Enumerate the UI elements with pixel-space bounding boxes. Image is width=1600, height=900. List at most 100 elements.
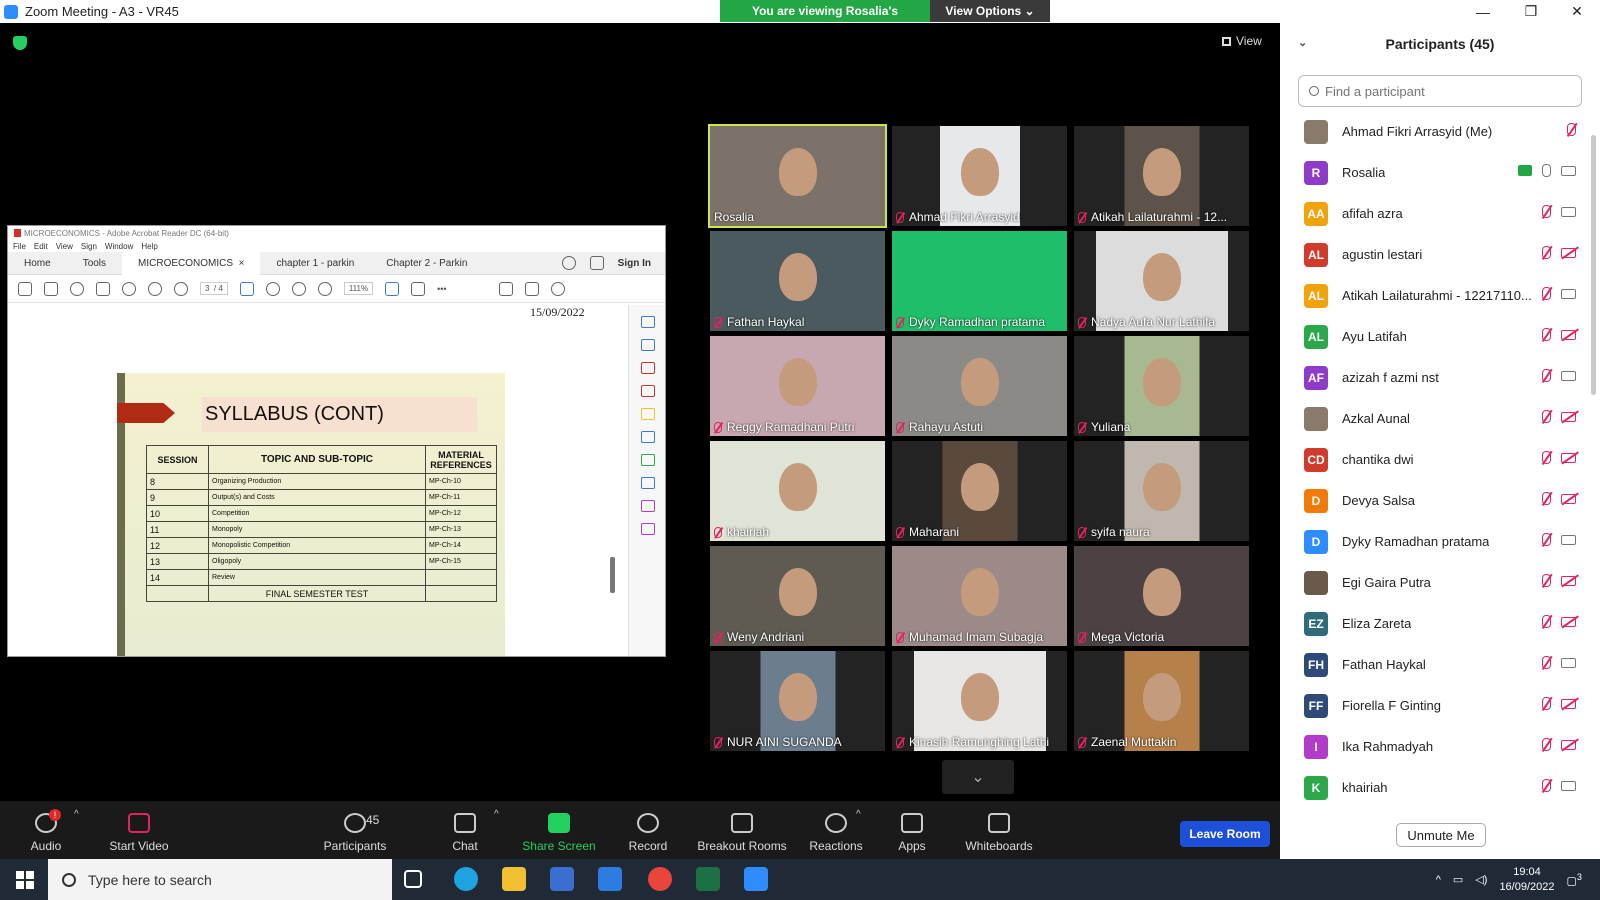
next-page-arrow-button[interactable]: ⌄ [942,760,1014,794]
video-tile[interactable]: Rahayu Astuti [892,336,1067,436]
video-tile-label: Rosalia [714,210,754,224]
video-tile[interactable]: Fathan Haykal [710,231,885,331]
video-tile[interactable]: syifa naura [1074,441,1249,541]
video-tile[interactable]: Maharani [892,441,1067,541]
participant-row[interactable]: AA afifah azra [1280,193,1600,234]
video-tile[interactable]: khairiah [710,441,885,541]
network-icon[interactable]: ▭ [1453,873,1463,886]
zoom-logo-icon [4,4,18,19]
whiteboards-label: Whiteboards [965,839,1033,853]
chat-button[interactable]: Chat [450,801,480,859]
audio-label: Audio [30,839,62,853]
video-tile[interactable]: Ahmad Fikri Arrasyid [892,126,1067,226]
video-tile[interactable]: Dyky Ramadhan pratama [892,231,1067,331]
record-label: Record [628,839,668,853]
view-button[interactable]: View [1222,34,1262,48]
tile-name: NUR AINI SUGANDA [727,735,842,749]
participant-row[interactable]: Azkal Aunal [1280,398,1600,439]
participant-row[interactable]: FH Fathan Haykal [1280,644,1600,685]
video-tile[interactable]: Mega Victoria [1074,546,1249,646]
participant-row[interactable]: D Dyky Ramadhan pratama [1280,521,1600,562]
participants-label: Participants [323,839,387,853]
video-tile[interactable]: Zaenal Muttakin [1074,651,1249,751]
video-tile[interactable]: Muhamad Imam Subagja [892,546,1067,646]
participant-list-scrollbar[interactable] [1591,135,1596,395]
participant-row[interactable]: Ahmad Fikri Arrasyid (Me) [1280,111,1600,152]
encryption-shield-icon[interactable] [13,36,27,50]
participant-row[interactable]: AL Atikah Lailaturahmi - 12217110... [1280,275,1600,316]
participant-row[interactable]: I Ika Rahmadyah [1280,726,1600,767]
mic-muted-icon [1542,615,1551,628]
collapse-panel-button[interactable]: ⌄ [1298,36,1307,49]
participant-face [1142,358,1181,406]
camera-off-icon [1561,739,1576,750]
participant-row[interactable]: Egi Gaira Putra [1280,562,1600,603]
participant-row[interactable]: AL agustin lestari [1280,234,1600,275]
video-tile[interactable]: Reggy Ramadhani Putri [710,336,885,436]
view-options-button[interactable]: View Options ⌄ [930,0,1050,22]
video-tile[interactable]: Atikah Lailaturahmi - 12... [1074,126,1249,226]
task-view-icon[interactable] [404,870,422,888]
share-screen-button[interactable]: Share Screen [520,801,598,859]
participant-row[interactable]: AL Ayu Latifah [1280,316,1600,357]
participant-row[interactable]: R Rosalia [1280,152,1600,193]
file-explorer-icon[interactable] [502,867,526,891]
participant-row[interactable]: AF azizah f azmi nst [1280,357,1600,398]
start-video-button[interactable]: Start Video [106,801,172,859]
participant-face [1142,568,1181,616]
participants-button[interactable]: 45 Participants [322,801,388,859]
apps-button[interactable]: Apps [894,801,930,859]
participant-face [778,568,817,616]
tab-microeconomics: MICROECONOMICS × [122,251,261,275]
video-tile[interactable]: Nadya Aufa Nur Lathifa [1074,231,1249,331]
participant-name: Ahmad Fikri Arrasyid (Me) [1342,124,1493,139]
unmute-me-button[interactable]: Unmute Me [1396,823,1486,847]
reactions-options-caret[interactable]: ^ [856,809,861,820]
volume-icon[interactable]: ◁) [1475,873,1487,886]
participant-row[interactable]: K khairiah [1280,767,1600,808]
slide-arrow-shape [117,403,175,423]
notifications-icon[interactable]: ▢3 [1567,872,1583,888]
zoom-taskbar-icon[interactable] [744,867,768,891]
participant-face [778,673,817,721]
tile-name: Zaenal Muttakin [1091,735,1177,749]
syllabus-table: SESSION TOPIC AND SUB-TOPIC MATERIAL REF… [146,445,497,602]
edge-browser-icon[interactable] [454,867,478,891]
microsoft-store-icon[interactable] [550,867,574,891]
participant-row[interactable]: CD chantika dwi [1280,439,1600,480]
find-participant-input[interactable] [1325,83,1565,99]
chat-options-caret[interactable]: ^ [494,809,499,820]
record-button[interactable]: Record [628,801,668,859]
breakout-rooms-button[interactable]: Breakout Rooms [692,801,792,859]
video-tile[interactable]: NUR AINI SUGANDA [710,651,885,751]
maximize-button[interactable]: ❐ [1508,0,1554,23]
header-topic: TOPIC AND SUB-TOPIC [208,445,426,474]
video-tile[interactable]: Yuliana [1074,336,1249,436]
leave-room-button[interactable]: Leave Room [1180,821,1270,847]
mic-muted-icon [1542,779,1551,792]
windows-start-icon[interactable] [16,870,34,889]
audio-button[interactable]: ! Audio [24,801,68,859]
excel-icon[interactable] [696,867,720,891]
taskbar-search[interactable]: Type here to search [48,859,392,900]
participant-name: Eliza Zareta [1342,616,1412,631]
participant-search[interactable] [1298,75,1582,107]
mail-icon[interactable] [598,867,622,891]
participant-row[interactable]: EZ Eliza Zareta [1280,603,1600,644]
whiteboards-button[interactable]: Whiteboards [964,801,1034,859]
participant-row[interactable]: FF Fiorella F Ginting [1280,685,1600,726]
video-tile[interactable]: Rosalia [708,124,887,228]
video-tile[interactable]: Weny Andriani [710,546,885,646]
close-button[interactable]: ✕ [1554,0,1600,23]
chrome-icon[interactable] [648,867,672,891]
select-arrow-icon [239,281,254,296]
zoom-out-icon [291,281,306,296]
audio-options-caret[interactable]: ^ [74,809,79,820]
camera-icon [1561,165,1576,176]
menu-file: File [13,241,26,251]
tray-chevron-icon[interactable]: ^ [1436,874,1441,886]
participant-row[interactable]: D Devya Salsa [1280,480,1600,521]
minimize-button[interactable]: — [1460,0,1506,23]
taskbar-clock[interactable]: 19:04 16/09/2022 [1499,865,1554,895]
video-tile[interactable]: Kinasih Ramunghing Lathi [892,651,1067,751]
